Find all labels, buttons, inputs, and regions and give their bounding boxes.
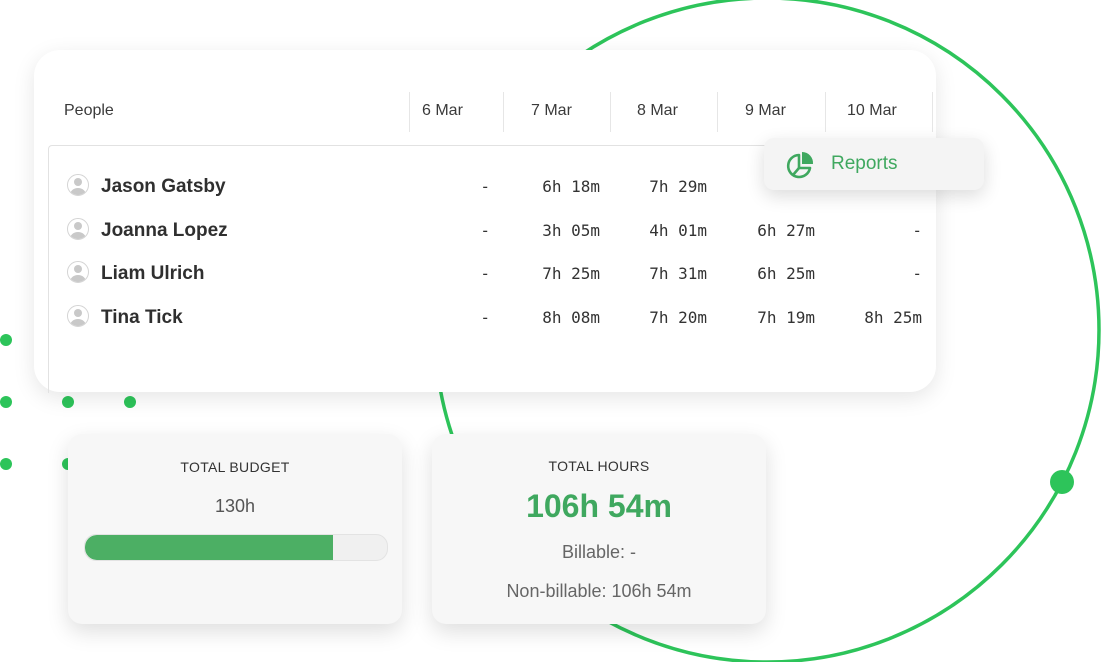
avatar xyxy=(67,305,89,327)
person-name: Tina Tick xyxy=(101,307,183,328)
table-row[interactable]: Joanna Lopez - 3h 05m 4h 01m 6h 27m - xyxy=(49,216,937,246)
hours-cell[interactable]: 7h 20m xyxy=(617,308,707,327)
avatar xyxy=(67,218,89,240)
timesheet-card: People 6 Mar 7 Mar 8 Mar 9 Mar 10 Mar Ja… xyxy=(34,50,937,393)
reports-label: Reports xyxy=(831,153,898,174)
column-header-6-mar: 6 Mar xyxy=(422,102,463,119)
hours-cell[interactable]: 7h 31m xyxy=(617,264,707,283)
pie-chart-icon xyxy=(786,151,814,179)
total-hours-card: TOTAL HOURS 106h 54m Billable: - Non-bil… xyxy=(432,434,766,624)
column-divider xyxy=(503,92,504,132)
hours-cell[interactable]: - xyxy=(832,221,922,240)
column-header-10-mar: 10 Mar xyxy=(847,102,897,119)
column-divider xyxy=(409,92,410,132)
column-divider xyxy=(932,92,933,132)
hours-cell[interactable]: - xyxy=(400,221,490,240)
hours-value: 106h 54m xyxy=(526,488,672,524)
table-row[interactable]: Liam Ulrich - 7h 25m 7h 31m 6h 25m - xyxy=(49,259,937,289)
column-header-8-mar: 8 Mar xyxy=(637,102,678,119)
budget-value: 130h xyxy=(214,496,256,516)
hours-cell[interactable]: 8h 08m xyxy=(510,308,600,327)
hours-cell[interactable]: 7h 19m xyxy=(725,308,815,327)
hours-cell[interactable]: 7h 29m xyxy=(617,177,707,196)
budget-progress-bar xyxy=(84,534,388,561)
budget-progress-fill xyxy=(85,535,333,560)
hours-cell[interactable]: - xyxy=(400,264,490,283)
reports-menu-item[interactable]: Reports xyxy=(764,138,984,190)
person-name: Jason Gatsby xyxy=(101,176,226,197)
avatar xyxy=(67,174,89,196)
hours-cell[interactable]: 6h 18m xyxy=(510,177,600,196)
column-divider xyxy=(717,92,718,132)
hours-cell[interactable]: - xyxy=(832,264,922,283)
person-name: Joanna Lopez xyxy=(101,220,228,241)
column-divider xyxy=(610,92,611,132)
hours-cell[interactable]: 3h 05m xyxy=(510,221,600,240)
column-header-7-mar: 7 Mar xyxy=(531,102,572,119)
non-billable-text: Non-billable: 106h 54m xyxy=(506,581,692,601)
person-name: Liam Ulrich xyxy=(101,263,205,284)
billable-text: Billable: - xyxy=(561,542,637,562)
timesheet-header: People 6 Mar 7 Mar 8 Mar 9 Mar 10 Mar xyxy=(34,92,934,132)
ring-dot xyxy=(1050,470,1074,494)
hours-cell[interactable]: 7h 25m xyxy=(510,264,600,283)
hours-cell[interactable]: - xyxy=(400,177,490,196)
avatar xyxy=(67,261,89,283)
hours-cell[interactable]: 6h 27m xyxy=(725,221,815,240)
hours-cell[interactable]: 6h 25m xyxy=(725,264,815,283)
hours-title: TOTAL HOURS xyxy=(548,458,650,474)
table-row[interactable]: Tina Tick - 8h 08m 7h 20m 7h 19m 8h 25m xyxy=(49,303,937,333)
hours-cell[interactable]: - xyxy=(400,308,490,327)
column-header-9-mar: 9 Mar xyxy=(745,102,786,119)
total-budget-card: TOTAL BUDGET 130h xyxy=(68,434,402,624)
budget-title: TOTAL BUDGET xyxy=(180,459,290,475)
column-header-people: People xyxy=(64,102,114,119)
column-divider xyxy=(825,92,826,132)
hours-cell[interactable]: 4h 01m xyxy=(617,221,707,240)
hours-cell[interactable]: 8h 25m xyxy=(832,308,922,327)
